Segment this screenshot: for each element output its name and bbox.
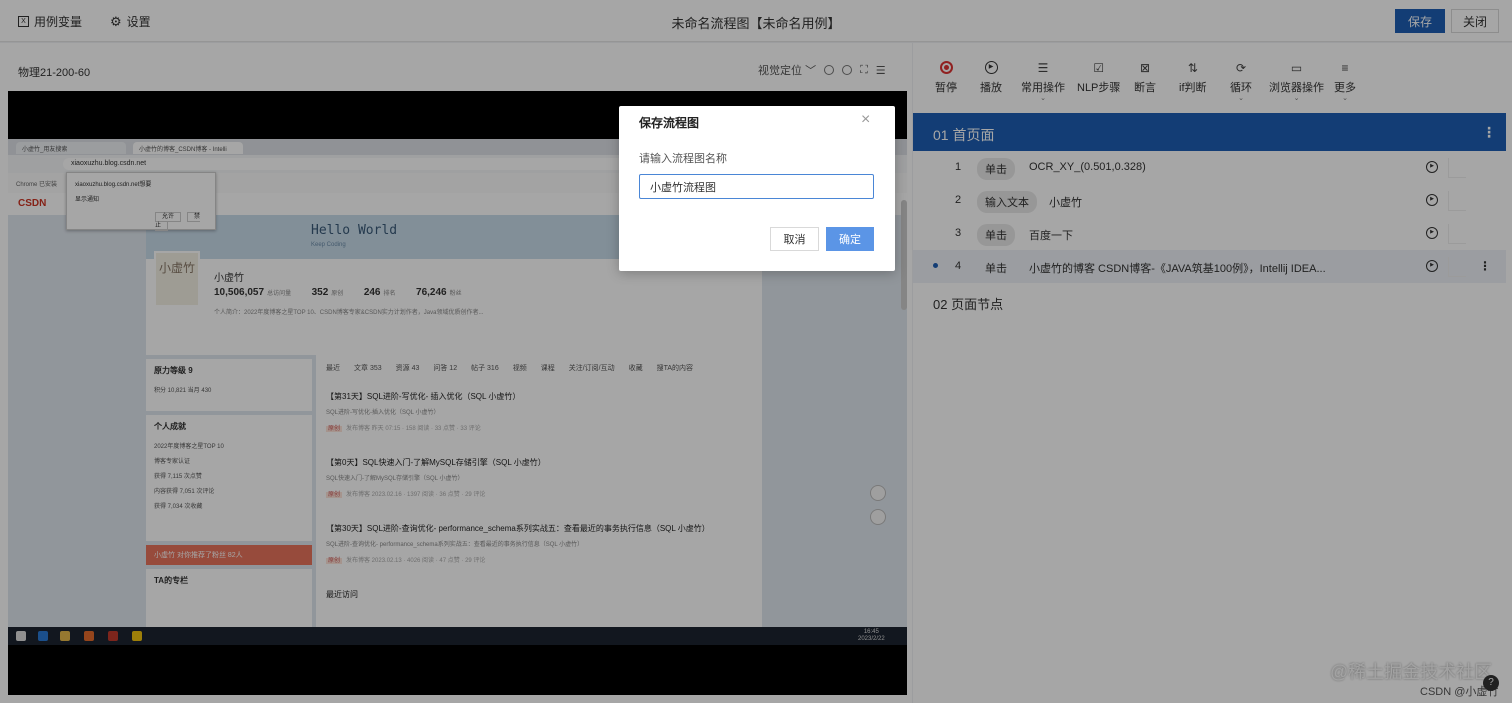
dialog-title: 保存流程图 <box>639 116 700 130</box>
close-icon[interactable]: × <box>861 111 870 129</box>
dialog-label: 请输入流程图名称 <box>639 153 727 165</box>
flow-name-input[interactable] <box>639 174 874 199</box>
confirm-button[interactable]: 确定 <box>826 227 874 251</box>
cancel-button[interactable]: 取消 <box>770 227 819 251</box>
save-flow-dialog: 保存流程图 × 请输入流程图名称 取消 确定 <box>619 106 895 271</box>
